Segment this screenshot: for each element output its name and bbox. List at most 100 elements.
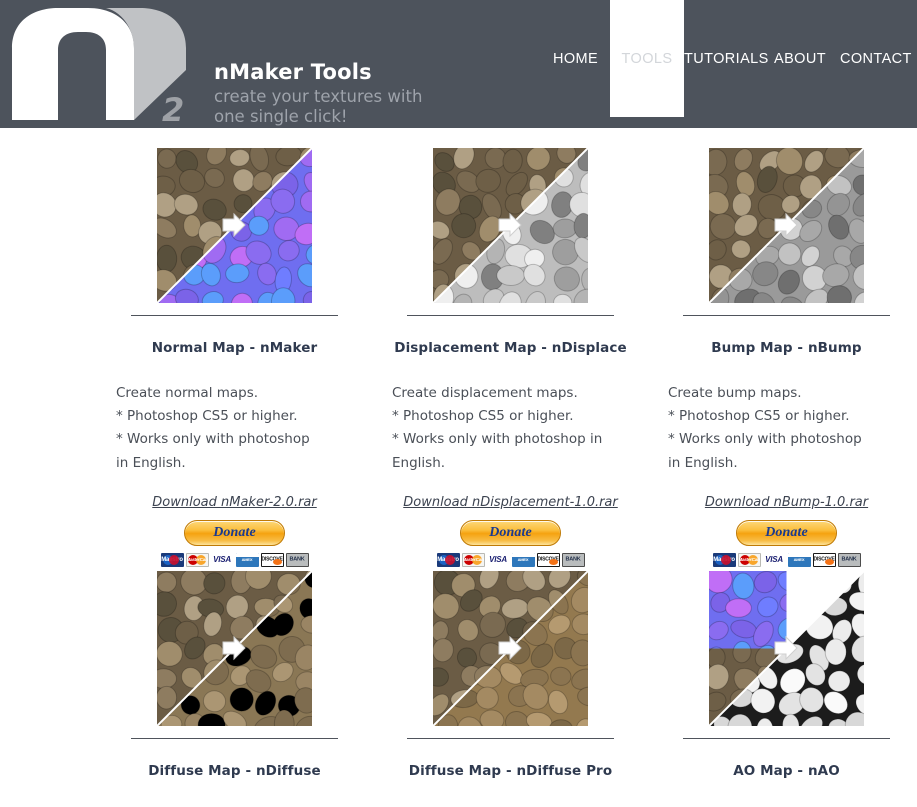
payment-icon-discover: DISCOVER	[536, 552, 560, 567]
payment-icon-label: VISA	[213, 554, 231, 564]
description-line: * Works only with photoshop	[116, 431, 310, 448]
card-divider	[683, 737, 890, 739]
brand-tagline: create your textures with one single cli…	[214, 87, 422, 127]
card-divider	[683, 315, 890, 316]
tool-title-ndisplace: Displacement Map - nDisplace	[394, 340, 627, 356]
payment-icon-label: AMEX	[241, 556, 253, 562]
nav-item-tutorials[interactable]: TUTORIALS	[684, 51, 769, 67]
tool-description-ndisplace: Create displacement maps. * Photoshop CS5…	[392, 382, 629, 475]
normal-map-preview[interactable]	[157, 148, 312, 303]
download-link-nbump[interactable]: Download nBump-1.0.rar	[664, 495, 909, 510]
payment-icon-maestro: Maestro	[160, 552, 184, 567]
description-line: * Works only with photoshop in	[392, 431, 603, 448]
payment-icon-label: VISA	[765, 554, 783, 564]
bump-map-preview[interactable]	[709, 148, 864, 303]
donate-area-ndisplace: Donate MaestroMasterCard VISA AMEX DISCOVER…	[388, 519, 633, 567]
donate-area-nbump: Donate MaestroMasterCard VISA AMEX DISCOVER…	[664, 519, 909, 567]
tool-title-nbump: Bump Map - nBump	[711, 340, 862, 356]
donate-button-nmaker[interactable]: Donate	[184, 519, 285, 546]
description-line: * Photoshop CS5 or higher.	[392, 408, 574, 425]
card-divider	[131, 737, 338, 739]
donate-button-nbump[interactable]: Donate	[736, 519, 837, 546]
payment-icon-mastercard: MasterCard	[461, 552, 485, 567]
tool-title-nao: AO Map - nAO	[733, 762, 840, 779]
description-line: English.	[392, 454, 446, 471]
tool-card-nbump: Bump Map - nBump Create bump maps. * Phot…	[664, 144, 909, 567]
payment-methods: MaestroMasterCard VISA AMEX DISCOVER BANK	[112, 552, 357, 567]
tool-card-ndiffuse: Diffuse Map - nDiffuse	[112, 567, 357, 779]
description-line: Create normal maps.	[116, 385, 259, 401]
payment-icon-label: BANK	[289, 556, 305, 563]
donate-button-label: Donate	[489, 524, 532, 540]
description-line: * Works only with photoshop	[668, 431, 862, 448]
payment-icon-label: Maestro	[437, 556, 459, 563]
description-line: in English.	[668, 454, 738, 471]
tool-title-ndiffuse: Diffuse Map - nDiffuse	[148, 762, 321, 779]
card-divider	[407, 315, 614, 316]
payment-icon-maestro: Maestro	[436, 552, 460, 567]
description-line: in English.	[116, 454, 186, 471]
donate-button-label: Donate	[765, 524, 808, 540]
tool-description-nbump: Create bump maps. * Photoshop CS5 or high…	[668, 382, 905, 475]
payment-icon-label: MasterCard	[186, 556, 209, 562]
payment-methods: MaestroMasterCard VISA AMEX DISCOVER BANK	[388, 552, 633, 567]
payment-icon-label: Maestro	[713, 556, 735, 563]
payment-icon-label: MasterCard	[738, 556, 761, 562]
tool-card-nmaker: Normal Map - nMaker Create normal maps. *…	[112, 144, 357, 567]
payment-icon-visa: VISA	[762, 552, 786, 567]
brand-tagline-line-2: one single click!	[214, 107, 348, 127]
payment-icon-mastercard: MasterCard	[737, 552, 761, 567]
nmaker-logo[interactable]: 2	[10, 4, 202, 125]
payment-icon-visa: VISA	[486, 552, 510, 567]
payment-icon-bank: BANK	[561, 552, 585, 567]
site-header: 2 nMaker Tools create your textures with…	[0, 0, 917, 128]
payment-icon-bank: BANK	[285, 552, 309, 567]
download-link-nmaker[interactable]: Download nMaker-2.0.rar	[112, 495, 357, 510]
brand-tagline-line-1: create your textures with	[214, 87, 423, 106]
donate-button-ndisplace[interactable]: Donate	[460, 519, 561, 546]
payment-icon-label: AMEX	[517, 556, 529, 562]
payment-icon-discover: DISCOVER	[260, 552, 284, 567]
payment-icon-label: VISA	[489, 554, 507, 564]
diffuse-map-pro-preview[interactable]	[433, 570, 588, 726]
nav-item-about[interactable]: ABOUT	[774, 51, 826, 67]
description-line: Create bump maps.	[668, 385, 802, 401]
payment-icon-bank: BANK	[837, 552, 861, 567]
payment-icon-maestro: Maestro	[712, 552, 736, 567]
card-divider	[407, 737, 614, 739]
donate-button-label: Donate	[213, 524, 256, 540]
download-link-ndisplace[interactable]: Download nDisplacement-1.0.rar	[388, 495, 633, 510]
payment-icon-visa: VISA	[210, 552, 234, 567]
tool-card-nao: AO Map - nAO	[664, 567, 909, 779]
card-divider	[131, 315, 338, 316]
description-line: Create displacement maps.	[392, 385, 578, 401]
tool-description-nmaker: Create normal maps. * Photoshop CS5 or hi…	[116, 382, 353, 475]
payment-icon-mastercard: MasterCard	[185, 552, 209, 567]
brand-block: nMaker Tools create your textures with o…	[214, 62, 422, 127]
donate-area-nmaker: Donate MaestroMasterCard VISA AMEX DISCOVER…	[112, 519, 357, 567]
payment-icon-amex: AMEX	[511, 552, 535, 567]
payment-icon-label: Maestro	[161, 556, 183, 563]
payment-icon-amex: AMEX	[787, 552, 811, 567]
payment-icon-label: BANK	[841, 556, 857, 563]
payment-icon-amex: AMEX	[235, 552, 259, 567]
diffuse-map-preview[interactable]	[157, 570, 312, 726]
payment-methods: MaestroMasterCard VISA AMEX DISCOVER BANK	[664, 552, 909, 567]
nav-item-home[interactable]: HOME	[553, 51, 598, 67]
payment-icon-label: BANK	[565, 556, 581, 563]
displacement-map-preview[interactable]	[433, 148, 588, 303]
description-line: * Photoshop CS5 or higher.	[116, 408, 298, 425]
tool-title-nmaker: Normal Map - nMaker	[151, 340, 318, 356]
logo-superscript: 2	[162, 91, 184, 125]
tool-card-ndiffusepro: Diffuse Map - nDiffuse Pro	[388, 567, 633, 779]
nav-item-contact[interactable]: CONTACT	[840, 51, 912, 67]
tool-title-ndiffusepro: Diffuse Map - nDiffuse Pro	[408, 762, 613, 779]
nav-item-tools[interactable]: TOOLS	[610, 51, 684, 67]
tools-grid: Normal Map - nMaker Create normal maps. *…	[112, 144, 917, 779]
ao-map-preview[interactable]	[709, 570, 864, 726]
payment-icon-discover: DISCOVER	[812, 552, 836, 567]
payment-icon-label: DISCOVER	[537, 556, 559, 563]
payment-icon-label: DISCOVER	[261, 556, 283, 563]
payment-icon-label: AMEX	[793, 556, 805, 562]
brand-title: nMaker Tools	[214, 60, 372, 84]
